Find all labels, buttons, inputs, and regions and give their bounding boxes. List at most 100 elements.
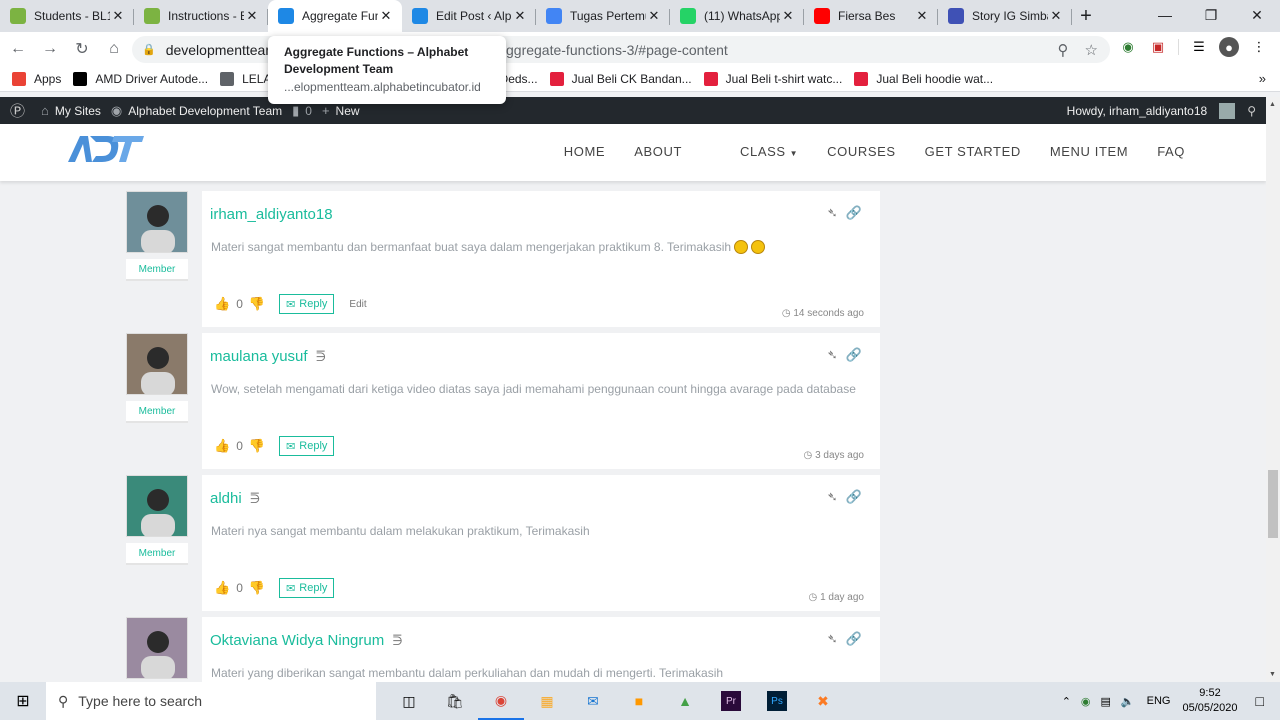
tab-close-icon[interactable]: ✕: [110, 8, 126, 24]
back-icon[interactable]: ←: [4, 35, 32, 63]
sublime-text-icon[interactable]: ■: [616, 682, 662, 720]
bookmark-item[interactable]: Jual Beli hoodie wat...: [854, 71, 993, 86]
photoshop-icon[interactable]: Ps: [767, 691, 787, 711]
my-sites-menu[interactable]: ⌂ My Sites: [41, 103, 101, 118]
nav-home[interactable]: HOME: [564, 144, 605, 159]
tray-chevron-icon[interactable]: ⌃: [1062, 695, 1071, 708]
bookmark-star-icon[interactable]: ☆: [1085, 41, 1098, 59]
tab-close-icon[interactable]: ✕: [512, 8, 528, 24]
link-icon[interactable]: 🔗: [846, 205, 870, 220]
nav-faq[interactable]: FAQ: [1157, 144, 1185, 159]
nav-about[interactable]: ABOUT: [634, 144, 682, 159]
thumbs-down-icon[interactable]: 👎: [249, 580, 265, 596]
tab-close-icon[interactable]: ✕: [780, 8, 796, 24]
language-indicator[interactable]: ENG: [1147, 695, 1171, 707]
comments-menu[interactable]: ▮ 0: [292, 103, 312, 119]
media-queue-icon[interactable]: ☰: [1189, 37, 1209, 57]
bookmark-item[interactable]: LELA: [220, 71, 271, 86]
browser-tab[interactable]: Aggregate Fun ✕: [268, 0, 402, 32]
tab-close-icon[interactable]: ✕: [646, 8, 662, 24]
thumbs-up-icon[interactable]: 👍: [214, 438, 230, 454]
notifications-icon[interactable]: □: [1256, 693, 1264, 709]
minimize-icon[interactable]: —: [1142, 0, 1188, 30]
reply-button[interactable]: ✉ Reply: [279, 294, 335, 314]
browser-tab[interactable]: Students - BL1 ✕: [0, 0, 134, 32]
profile-avatar-icon[interactable]: ●: [1219, 37, 1239, 57]
browser-tab[interactable]: Fiersa Bes ✕: [804, 0, 938, 32]
extension-pdf-icon[interactable]: ▣: [1148, 37, 1168, 57]
browser-tab[interactable]: Edit Post ‹ Alp ✕: [402, 0, 536, 32]
menu-dots-icon[interactable]: ⋮: [1249, 37, 1269, 57]
reload-icon[interactable]: ↻: [68, 35, 96, 63]
edit-link[interactable]: Edit: [349, 299, 366, 310]
thumbs-down-icon[interactable]: 👎: [249, 296, 265, 312]
nav-get-started[interactable]: GET STARTED: [925, 144, 1021, 159]
commenter-avatar[interactable]: [126, 191, 188, 253]
browser-tab[interactable]: (11) WhatsApp ✕: [670, 0, 804, 32]
search-icon[interactable]: ⚲: [1058, 41, 1069, 59]
close-window-icon[interactable]: ✕: [1234, 0, 1280, 30]
new-tab-button[interactable]: +: [1072, 0, 1100, 32]
chrome-icon[interactable]: ◉: [478, 682, 524, 720]
link-icon[interactable]: 🔗: [846, 347, 870, 362]
adt-logo[interactable]: [66, 134, 144, 164]
comment-author[interactable]: aldhi ⋽: [210, 490, 260, 507]
browser-tab[interactable]: Instructions - E ✕: [134, 0, 268, 32]
mail-icon[interactable]: ✉: [570, 682, 616, 720]
bookmark-item[interactable]: AMD Driver Autode...: [73, 71, 208, 86]
comment-author[interactable]: Oktaviana Widya Ningrum ⋽: [210, 632, 403, 649]
commenter-avatar[interactable]: [126, 475, 188, 537]
bookmark-item[interactable]: Jual Beli CK Bandan...: [549, 71, 692, 86]
tab-close-icon[interactable]: ✕: [244, 8, 260, 24]
file-explorer-icon[interactable]: ▦: [524, 682, 570, 720]
share-icon[interactable]: ➴: [827, 631, 846, 646]
share-icon[interactable]: ➴: [827, 489, 846, 504]
new-content-menu[interactable]: + New: [322, 103, 360, 118]
browser-tab[interactable]: Story IG Simba ✕: [938, 0, 1072, 32]
tab-close-icon[interactable]: ✕: [1048, 8, 1064, 24]
link-icon[interactable]: 🔗: [846, 631, 870, 646]
site-name-menu[interactable]: ◉ Alphabet Development Team: [111, 103, 282, 119]
extension-globe-icon[interactable]: ◉: [1118, 37, 1138, 57]
rss-feed-icon[interactable]: ⋽: [392, 634, 402, 648]
nav-class[interactable]: CLASS ▼: [711, 144, 798, 159]
camtasia-icon[interactable]: ▲: [662, 682, 708, 720]
commenter-avatar[interactable]: [126, 617, 188, 679]
link-icon[interactable]: 🔗: [846, 489, 870, 504]
search-icon[interactable]: ⚲: [1247, 104, 1256, 118]
rss-feed-icon[interactable]: ⋽: [250, 492, 260, 506]
store-icon[interactable]: 🛍: [432, 682, 478, 720]
thumbs-up-icon[interactable]: 👍: [214, 296, 230, 312]
restore-icon[interactable]: ❐: [1188, 0, 1234, 30]
xampp-icon[interactable]: ✖: [800, 682, 846, 720]
system-clock[interactable]: 9:52 05/05/2020: [1182, 686, 1237, 716]
commenter-avatar[interactable]: [126, 333, 188, 395]
reply-button[interactable]: ✉ Reply: [279, 578, 335, 598]
reply-button[interactable]: ✉ Reply: [279, 436, 335, 456]
more-bookmarks-icon[interactable]: »: [1259, 71, 1266, 86]
comment-author[interactable]: maulana yusuf ⋽: [210, 348, 326, 365]
forward-icon[interactable]: →: [36, 35, 64, 63]
user-avatar-small[interactable]: [1219, 102, 1236, 119]
volume-icon[interactable]: 🔈: [1121, 695, 1135, 708]
scroll-down-icon[interactable]: ▼: [1269, 671, 1276, 678]
thumbs-up-icon[interactable]: 👍: [214, 580, 230, 596]
tab-close-icon[interactable]: ✕: [378, 8, 394, 24]
tab-close-icon[interactable]: ✕: [914, 8, 930, 24]
nav-courses[interactable]: COURSES: [827, 144, 896, 159]
bookmark-item[interactable]: Apps: [12, 71, 61, 86]
premiere-icon[interactable]: Pr: [721, 691, 741, 711]
wordpress-logo-icon[interactable]: Ⓟ: [10, 100, 31, 121]
scrollbar-thumb[interactable]: [1268, 470, 1278, 538]
tray-globe-icon[interactable]: ◉: [1081, 695, 1091, 708]
taskbar-search[interactable]: ⚲ Type here to search: [46, 682, 376, 720]
network-icon[interactable]: ▤: [1101, 695, 1111, 708]
bookmark-item[interactable]: Jual Beli t-shirt watc...: [703, 71, 842, 86]
browser-tab[interactable]: Tugas Pertemu ✕: [536, 0, 670, 32]
page-scrollbar[interactable]: ▲ ▼: [1266, 97, 1280, 682]
task-view-icon[interactable]: ◫: [386, 682, 432, 720]
share-icon[interactable]: ➴: [827, 205, 846, 220]
home-icon[interactable]: ⌂: [100, 35, 128, 63]
nav-menu-item[interactable]: MENU ITEM: [1050, 144, 1128, 159]
rss-feed-icon[interactable]: ⋽: [316, 350, 326, 364]
